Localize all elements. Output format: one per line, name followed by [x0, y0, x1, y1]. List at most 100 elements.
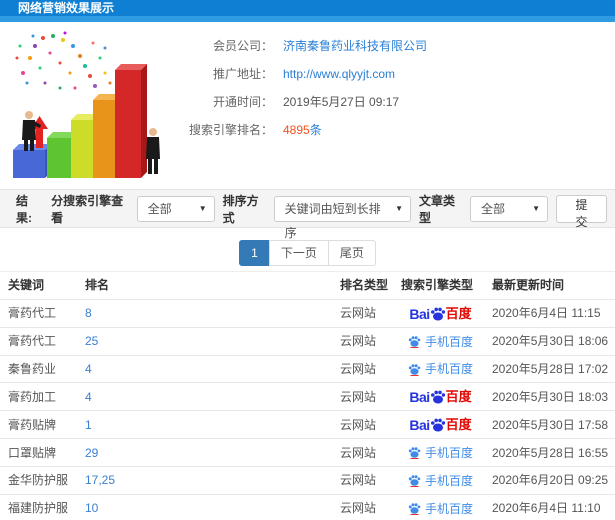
keyword-cell: 膏药代工: [0, 327, 77, 356]
rank-cell[interactable]: 17,25: [77, 466, 332, 495]
page-title: 网络营销效果展示: [18, 1, 115, 15]
rank-type-cell: 云网站: [332, 355, 397, 384]
confetti-dots: [15, 31, 112, 90]
updated-cell: 2020年6月4日 11:10: [484, 494, 615, 520]
baidu-paw-icon: [430, 418, 445, 432]
rank-type-cell: 云网站: [332, 299, 397, 328]
engine-filter-select[interactable]: 全部 ▼: [136, 195, 215, 222]
rank-cell[interactable]: 1: [77, 410, 332, 440]
keyword-cell: 膏药加工: [0, 382, 77, 412]
table-row: 福建防护服 10 云网站 手机百度 2020年6月4日 11:10: [0, 494, 615, 520]
keyword-cell: 秦鲁药业: [0, 355, 77, 384]
baidu-mobile-label: 手机百度: [424, 334, 473, 349]
col-rank: 排名: [77, 271, 332, 300]
promo-url-row: 推广地址： http://www.qlyyjt.com: [181, 68, 607, 80]
keyword-cell: 口罩贴牌: [0, 438, 77, 467]
table-row: 口罩贴牌 29 云网站 手机百度 2020年5月28日 16:55: [0, 438, 615, 467]
open-time-row: 开通时间： 2019年5月27日 09:17: [181, 96, 607, 108]
submit-button[interactable]: 提交: [556, 194, 607, 229]
updated-cell: 2020年5月30日 17:58: [484, 410, 615, 440]
rank-type-cell: 云网站: [332, 327, 397, 356]
info-section: 会员公司： 济南秦鲁药业科技有限公司 推广地址： http://www.qlyy…: [0, 22, 615, 189]
col-rank-type: 排名类型: [332, 271, 397, 300]
baidu-pc-logo: Bai 百度: [409, 412, 471, 438]
col-keyword: 关键词: [0, 271, 77, 300]
rank-type-cell: 云网站: [332, 438, 397, 467]
filter-bar: 结果: 分搜索引擎查看 全部 ▼ 排序方式 关键词由短到长排序 ▼ 文章类型 全…: [0, 189, 615, 240]
baidu-logo-latin: Bai: [409, 389, 430, 406]
rank-type-cell: 云网站: [332, 382, 397, 412]
baidu-mobile-label: 手机百度: [424, 473, 473, 488]
baidu-paw-icon: [430, 307, 445, 321]
updated-cell: 2020年5月30日 18:06: [484, 327, 615, 356]
next-page-button[interactable]: 下一页: [268, 240, 329, 266]
keyword-cell: 金华防护服: [0, 466, 77, 495]
pagination: 1 下一页 尾页: [0, 228, 615, 271]
baidu-paw-icon: [408, 364, 421, 376]
last-page-button[interactable]: 尾页: [327, 240, 376, 266]
baidu-logo-cn: 百度: [445, 389, 472, 405]
baidu-mobile-logo: 手机百度: [408, 329, 473, 355]
chevron-down-icon: ▼: [532, 203, 540, 213]
table-header-row: 关键词 排名 排名类型 搜索引擎类型 最新更新时间: [0, 271, 615, 300]
filters-group: 分搜索引擎查看 全部 ▼ 排序方式 关键词由短到长排序 ▼ 文章类型 全部 ▼ …: [43, 192, 607, 240]
article-type-value: 全部: [480, 201, 505, 216]
rank-cell[interactable]: 4: [77, 382, 332, 412]
rank-cell[interactable]: 29: [77, 438, 332, 467]
baidu-mobile-label: 手机百度: [424, 362, 473, 377]
baidu-mobile-logo: 手机百度: [408, 356, 473, 382]
member-info: 会员公司： 济南秦鲁药业科技有限公司 推广地址： http://www.qlyy…: [175, 28, 607, 189]
sort-select[interactable]: 关键词由短到长排序 ▼: [273, 195, 411, 240]
engine-type-cell: Bai 百度: [397, 299, 484, 328]
article-type-select[interactable]: 全部 ▼: [469, 195, 548, 222]
engine-type-cell: Bai 百度: [397, 382, 484, 412]
sort-label: 排序方式: [222, 193, 259, 225]
baidu-mobile-logo: 手机百度: [408, 496, 473, 520]
rank-type-cell: 云网站: [332, 466, 397, 495]
baidu-mobile-label: 手机百度: [424, 501, 473, 516]
engine-rank-value: 4895条: [283, 124, 322, 136]
page-1-button[interactable]: 1: [239, 240, 270, 266]
member-company-row: 会员公司： 济南秦鲁药业科技有限公司: [181, 40, 607, 52]
baidu-mobile-logo: 手机百度: [408, 468, 473, 494]
rank-cell[interactable]: 4: [77, 355, 332, 384]
keyword-cell: 膏药代工: [0, 299, 77, 328]
result-label: 结果:: [16, 193, 32, 225]
baidu-logo-latin: Bai: [409, 417, 430, 434]
rank-type-cell: 云网站: [332, 410, 397, 440]
engine-rank-row: 搜索引擎排名： 4895条: [181, 124, 607, 136]
updated-cell: 2020年6月4日 11:15: [484, 299, 615, 328]
engine-type-cell: 手机百度: [397, 327, 484, 356]
table-row: 金华防护服 17,25 云网站 手机百度 2020年6月20日 09:25: [0, 466, 615, 495]
table-row: 膏药代工 25 云网站 手机百度 2020年5月30日 18:06: [0, 327, 615, 356]
open-time-label: 开通时间：: [212, 95, 273, 109]
bar-chart-illustration: [13, 31, 160, 178]
chevron-down-icon: ▼: [395, 203, 403, 213]
table-row: 膏药代工 8 云网站 Bai 百度 2020年6月4日 11:15: [0, 299, 615, 328]
results-table-body: 膏药代工 8 云网站 Bai 百度 2020年6月4日 11:15 膏药代工 25 云网站 手机百…: [0, 299, 615, 520]
baidu-logo-latin: Bai: [409, 305, 430, 322]
rank-cell[interactable]: 25: [77, 327, 332, 356]
rank-cell[interactable]: 10: [77, 494, 332, 520]
engine-rank-label: 搜索引擎排名：: [188, 123, 273, 137]
baidu-paw-icon: [408, 475, 421, 488]
baidu-logo-cn: 百度: [445, 305, 472, 321]
member-company-link[interactable]: 济南秦鲁药业科技有限公司: [283, 40, 427, 52]
promo-url-link[interactable]: http://www.qlyyjt.com: [283, 68, 395, 80]
article-type-label: 文章类型: [419, 193, 456, 225]
engine-type-cell: 手机百度: [397, 355, 484, 384]
page-header: 网络营销效果展示: [0, 0, 615, 22]
updated-cell: 2020年5月28日 17:02: [484, 355, 615, 384]
rank-cell[interactable]: 8: [77, 299, 332, 328]
col-updated: 最新更新时间: [484, 271, 615, 300]
promo-url-label: 推广地址：: [212, 67, 273, 81]
baidu-paw-icon: [408, 503, 421, 516]
businessman-right: [146, 128, 160, 174]
baidu-mobile-logo: 手机百度: [408, 440, 473, 466]
engine-type-cell: 手机百度: [397, 466, 484, 495]
baidu-mobile-label: 手机百度: [424, 445, 473, 460]
col-engine-type: 搜索引擎类型: [397, 271, 484, 300]
updated-cell: 2020年5月28日 16:55: [484, 438, 615, 467]
baidu-paw-icon: [430, 390, 445, 404]
open-time-value: 2019年5月27日 09:17: [283, 95, 400, 109]
